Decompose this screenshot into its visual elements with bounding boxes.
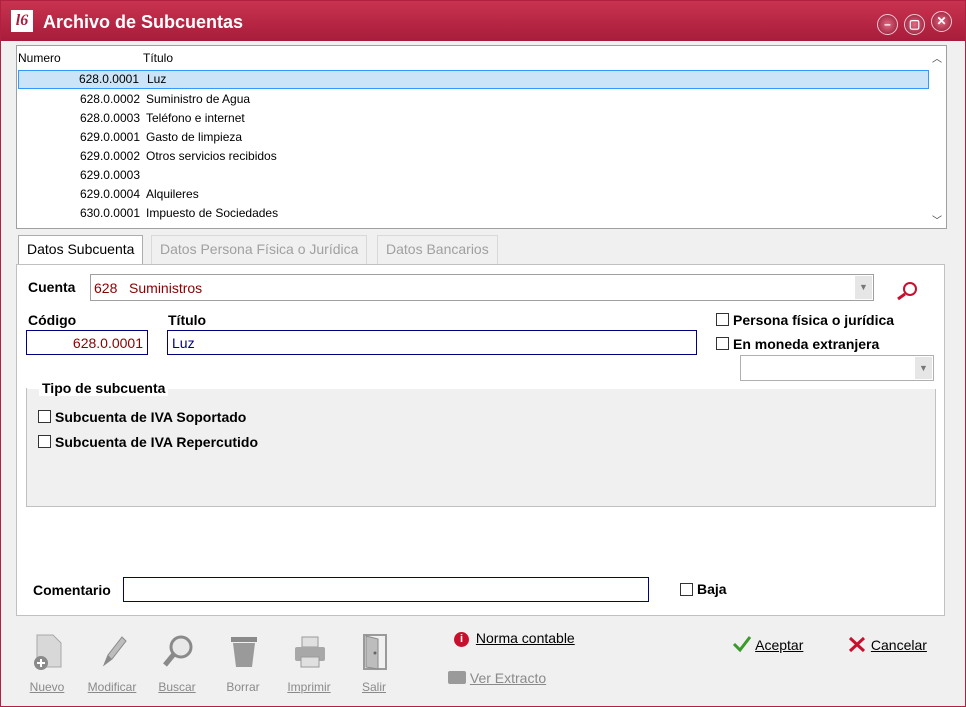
cuenta-label: Cuenta bbox=[28, 279, 76, 295]
salir-button[interactable]: Salir bbox=[344, 633, 404, 695]
exit-door-icon bbox=[363, 634, 387, 670]
baja-label: Baja bbox=[697, 581, 727, 597]
check-icon bbox=[732, 636, 752, 653]
tab-datos-bancarios[interactable]: Datos Bancarios bbox=[377, 235, 498, 264]
nuevo-label: Nuevo bbox=[29, 680, 65, 694]
row-titulo: Alquileres bbox=[146, 187, 199, 201]
row-numero: 629.0.0003 bbox=[79, 168, 140, 182]
cross-icon bbox=[848, 636, 866, 653]
row-numero: 630.0.0001 bbox=[79, 206, 140, 220]
moneda-select[interactable]: ▼ bbox=[740, 355, 934, 381]
column-header-numero[interactable]: Numero bbox=[18, 51, 61, 65]
row-numero: 629.0.0001 bbox=[79, 130, 140, 144]
search-cuenta-icon[interactable] bbox=[896, 279, 922, 301]
cancelar-button[interactable]: Cancelar bbox=[847, 635, 927, 653]
row-titulo: Impuesto de Sociedades bbox=[146, 206, 279, 220]
list-row[interactable]: 628.0.0002 Suministro de Agua bbox=[18, 90, 929, 109]
list-row[interactable]: 629.0.0002 Otros servicios recibidos bbox=[18, 147, 929, 166]
baja-checkbox[interactable] bbox=[680, 583, 693, 596]
trash-icon bbox=[231, 637, 257, 667]
list-row[interactable]: 628.0.0001 Luz bbox=[18, 70, 929, 89]
row-numero: 628.0.0001 bbox=[78, 72, 139, 86]
row-titulo: Otros servicios recibidos bbox=[146, 149, 277, 163]
titulo-label: Título bbox=[168, 312, 207, 328]
maximize-button[interactable]: ▢ bbox=[904, 14, 925, 35]
imprimir-label: Imprimir bbox=[287, 680, 331, 694]
iva-soportado-checkbox[interactable] bbox=[38, 410, 51, 423]
minimize-button[interactable]: – bbox=[877, 14, 898, 35]
titulo-field[interactable]: Luz bbox=[167, 330, 697, 355]
subcuentas-window: l6 Archivo de Subcuentas – ▢ ✕ Numero Tí… bbox=[0, 0, 966, 707]
info-icon: i bbox=[454, 632, 469, 647]
list-row[interactable]: 628.0.0003 Teléfono e internet bbox=[18, 109, 929, 128]
title-bar[interactable]: l6 Archivo de Subcuentas – ▢ ✕ bbox=[1, 1, 965, 41]
row-numero: 628.0.0003 bbox=[79, 111, 140, 125]
chevron-down-icon[interactable]: ▼ bbox=[855, 276, 872, 299]
tab-datos-subcuenta[interactable]: Datos Subcuenta bbox=[18, 235, 144, 265]
ver-extracto-button[interactable]: Ver Extracto bbox=[448, 670, 546, 686]
codigo-value: 628.0.0001 bbox=[72, 335, 143, 351]
persona-fisica-label: Persona física o jurídica bbox=[733, 312, 895, 328]
iva-repercutido-label: Subcuenta de IVA Repercutido bbox=[55, 434, 259, 450]
buscar-button[interactable]: Buscar bbox=[147, 633, 207, 695]
row-numero: 628.0.0002 bbox=[79, 92, 140, 106]
row-titulo: Teléfono e internet bbox=[146, 111, 245, 125]
pencil-icon bbox=[102, 636, 127, 667]
cancelar-label: Cancelar bbox=[870, 637, 927, 653]
codigo-label: Código bbox=[28, 312, 77, 328]
extract-icon bbox=[448, 671, 466, 684]
list-row[interactable]: 629.0.0004 Alquileres bbox=[18, 185, 929, 204]
close-button[interactable]: ✕ bbox=[931, 11, 952, 32]
salir-label: Salir bbox=[361, 680, 386, 694]
app-logo-icon: l6 bbox=[11, 10, 33, 32]
norma-contable-link[interactable]: i Norma contable bbox=[454, 630, 575, 647]
codigo-field[interactable]: 628.0.0001 bbox=[26, 330, 148, 355]
row-titulo: Luz bbox=[147, 72, 167, 86]
cuenta-select[interactable]: 628 Suministros ▼ bbox=[90, 274, 874, 301]
column-header-titulo[interactable]: Título bbox=[143, 51, 173, 65]
buscar-label: Buscar bbox=[158, 680, 196, 694]
nuevo-button[interactable]: Nuevo bbox=[17, 633, 77, 695]
magnifier-icon bbox=[163, 635, 193, 667]
comentario-label: Comentario bbox=[33, 582, 111, 598]
comentario-field[interactable] bbox=[123, 577, 649, 602]
iva-repercutido-checkbox[interactable] bbox=[38, 435, 51, 448]
row-titulo: Gasto de limpieza bbox=[146, 130, 243, 144]
row-titulo: Suministro de Agua bbox=[146, 92, 251, 106]
list-header: Numero Título bbox=[17, 51, 946, 67]
window-title: Archivo de Subcuentas bbox=[43, 12, 244, 32]
borrar-label: Borrar bbox=[226, 680, 260, 694]
list-row[interactable]: 630.0.0001 Impuesto de Sociedades bbox=[18, 204, 929, 223]
printer-icon bbox=[295, 636, 325, 668]
borrar-button[interactable]: Borrar bbox=[213, 633, 273, 695]
moneda-extranjera-checkbox[interactable] bbox=[716, 337, 729, 350]
new-document-icon bbox=[34, 634, 62, 670]
row-numero: 629.0.0004 bbox=[79, 187, 140, 201]
scroll-up-icon[interactable]: ︿ bbox=[932, 50, 942, 65]
aceptar-label: Aceptar bbox=[755, 637, 804, 653]
titulo-value: Luz bbox=[172, 335, 195, 351]
datos-subcuenta-panel: Cuenta 628 Suministros ▼ Código 628.0.00… bbox=[16, 264, 945, 616]
row-numero: 629.0.0002 bbox=[79, 149, 140, 163]
scroll-down-icon[interactable]: ﹀ bbox=[932, 212, 942, 227]
list-scrollbar[interactable]: ︿ ﹀ bbox=[929, 46, 946, 228]
norma-contable-label: Norma contable bbox=[475, 630, 575, 646]
tipo-subcuenta-title: Tipo de subcuenta bbox=[39, 380, 169, 396]
chevron-down-icon[interactable]: ▼ bbox=[915, 357, 932, 379]
modificar-button[interactable]: Modificar bbox=[82, 633, 142, 695]
modificar-label: Modificar bbox=[87, 680, 137, 694]
list-row[interactable]: 629.0.0003 bbox=[18, 166, 929, 185]
aceptar-button[interactable]: Aceptar bbox=[732, 635, 803, 653]
iva-soportado-label: Subcuenta de IVA Soportado bbox=[55, 409, 247, 425]
persona-fisica-checkbox[interactable] bbox=[716, 313, 729, 326]
tab-datos-persona[interactable]: Datos Persona Física o Jurídica bbox=[151, 235, 368, 264]
list-row[interactable]: 629.0.0001 Gasto de limpieza bbox=[18, 128, 929, 147]
cuenta-value: 628 Suministros bbox=[94, 280, 203, 296]
tipo-subcuenta-group: Tipo de subcuenta Subcuenta de IVA Sopor… bbox=[26, 380, 937, 507]
imprimir-button[interactable]: Imprimir bbox=[279, 633, 339, 695]
subcuentas-list[interactable]: Numero Título 628.0.0001 Luz 628.0.0002 … bbox=[16, 45, 947, 229]
moneda-extranjera-label: En moneda extranjera bbox=[733, 336, 880, 352]
ver-extracto-label: Ver Extracto bbox=[469, 670, 547, 686]
